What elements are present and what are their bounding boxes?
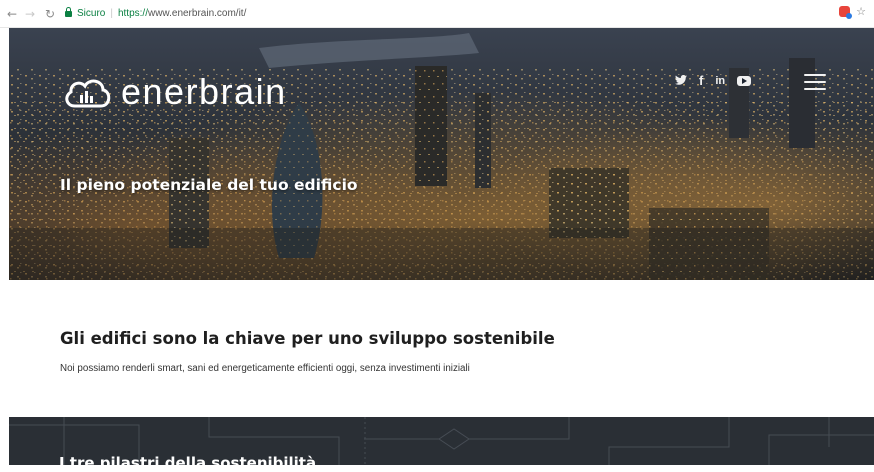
hero-tagline: Il pieno potenziale del tuo edificio xyxy=(60,176,358,194)
browser-toolbar: ← → ↻ Sicuro | https://www.enerbrain.com… xyxy=(0,0,874,28)
secure-label: Sicuro xyxy=(77,8,106,19)
hero-banner: enerbrain f in Il pieno potenziale del t… xyxy=(9,28,874,280)
cloud-logo-icon xyxy=(65,79,111,108)
youtube-icon[interactable] xyxy=(737,75,752,86)
address-bar[interactable]: Sicuro | https://www.enerbrain.com/it/ xyxy=(65,4,246,24)
address-separator: | xyxy=(110,8,113,19)
logo-text: enerbrain xyxy=(121,71,287,112)
section-subtitle: Noi possiamo renderli smart, sani ed ene… xyxy=(60,363,470,374)
pillars-title: I tre pilastri della sostenibilità xyxy=(59,454,317,472)
twitter-icon[interactable] xyxy=(675,73,687,88)
reload-icon[interactable]: ↻ xyxy=(43,7,57,21)
bookmark-star-icon[interactable]: ☆ xyxy=(856,6,866,17)
lock-icon xyxy=(65,6,72,18)
back-icon[interactable]: ← xyxy=(5,7,19,21)
url-scheme: https:// xyxy=(117,8,148,19)
extension-icon[interactable] xyxy=(839,6,853,19)
linkedin-icon[interactable]: in xyxy=(715,75,725,87)
section-title: Gli edifici sono la chiave per uno svilu… xyxy=(60,329,555,348)
enerbrain-logo[interactable]: enerbrain xyxy=(61,71,287,113)
url-path: www.enerbrain.com/it/ xyxy=(147,8,247,19)
city-background-image xyxy=(9,28,874,280)
url-text[interactable]: https://www.enerbrain.com/it/ xyxy=(118,8,246,19)
hamburger-menu-icon[interactable] xyxy=(804,74,826,90)
social-links: f in xyxy=(675,73,752,88)
facebook-icon[interactable]: f xyxy=(699,73,703,88)
forward-icon[interactable]: → xyxy=(23,7,37,21)
